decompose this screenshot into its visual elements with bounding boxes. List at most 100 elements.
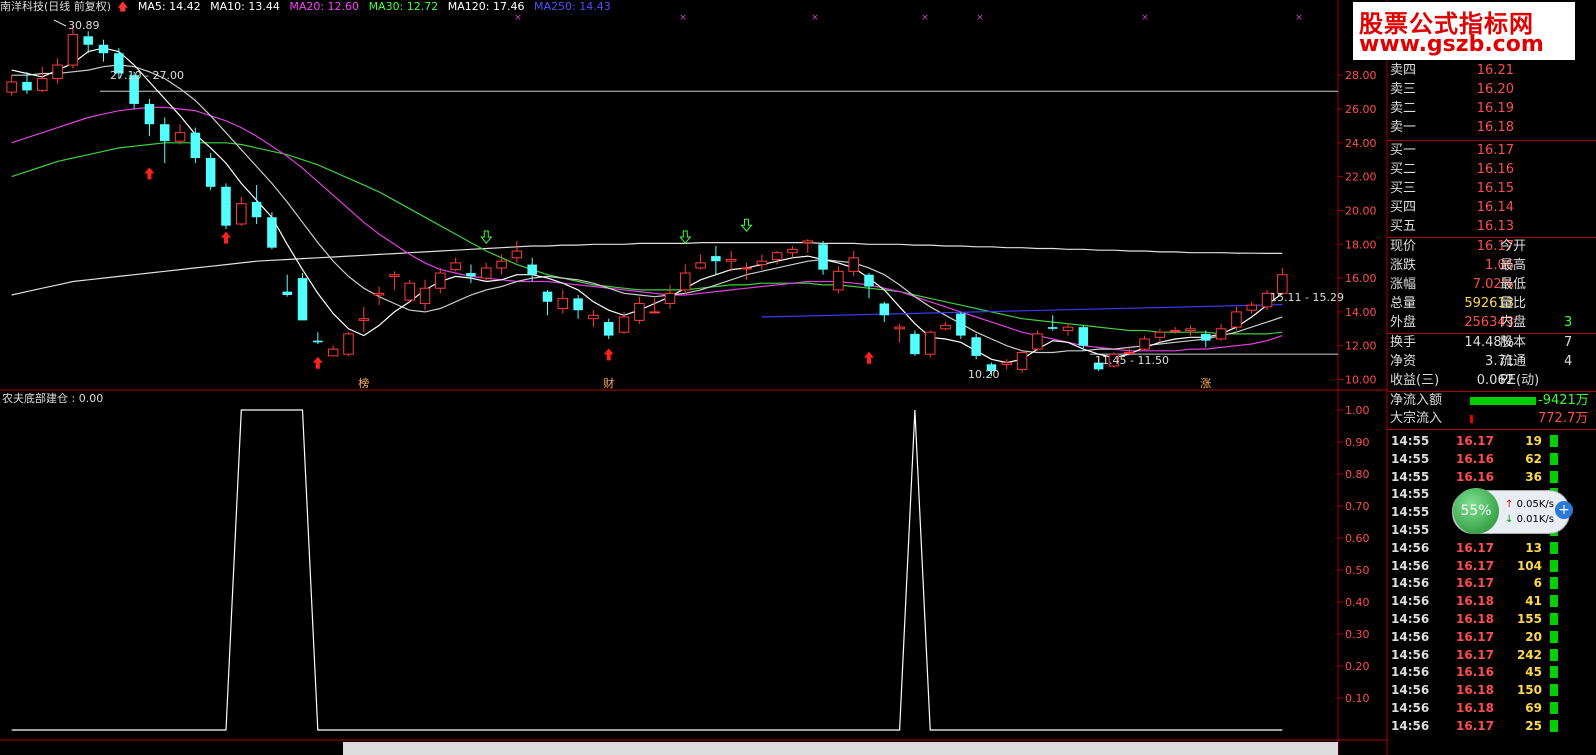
candle-body: [910, 333, 920, 355]
candle-body: [343, 333, 354, 355]
ma5-line: [11, 47, 1283, 364]
buy-arrow-icon: [603, 348, 614, 361]
logo-url: www.gszb.com: [1359, 32, 1544, 57]
ask-label: 卖四: [1390, 63, 1417, 78]
bid-row[interactable]: 买四 16.14: [1388, 199, 1596, 217]
flow-row: 净流入额 -9421万: [1388, 392, 1596, 410]
bid-row[interactable]: 买二 16.16: [1388, 161, 1596, 179]
candle-body: [1047, 327, 1058, 329]
top-cross-marker: ×: [679, 13, 687, 23]
buy-arrow-icon: [863, 351, 874, 364]
annotation-15: 15.11 - 15.29: [1270, 291, 1344, 304]
candle-body: [588, 314, 599, 320]
ind-tick-label: 0.50: [1345, 564, 1370, 577]
bid-row[interactable]: 买一 16.17: [1388, 142, 1596, 160]
tick-volume: 19: [1525, 434, 1542, 448]
tick-row: 14:56 16.17 20: [1388, 628, 1596, 646]
ask-row[interactable]: 卖一 16.18: [1388, 119, 1596, 137]
top-cross-marker: ×: [921, 13, 929, 23]
ma5-label: MA5: 14.42: [137, 0, 201, 13]
top-cross-marker: ×: [976, 13, 984, 23]
ask-price: 16.20: [1476, 82, 1514, 97]
event-marker: 财: [603, 376, 614, 390]
tick-time: 14:56: [1391, 540, 1430, 555]
stat-label: 最低: [1500, 277, 1527, 292]
candle-body: [1032, 333, 1043, 350]
annotation-pointer: [53, 19, 67, 27]
ask-row[interactable]: 卖三 16.20: [1388, 81, 1596, 99]
sell-arrow-icon: [480, 230, 493, 244]
tick-side: [1550, 666, 1558, 679]
bid-label: 买二: [1390, 162, 1417, 177]
tick-time: 14:55: [1391, 523, 1430, 537]
tick-time: 14:56: [1391, 718, 1430, 733]
candle-body: [313, 340, 323, 343]
tick-time: 14:56: [1391, 558, 1430, 573]
event-marker: 涨: [1200, 377, 1211, 390]
top-cross-marker: ×: [1295, 13, 1303, 23]
candle-body: [864, 274, 874, 287]
tick-volume: 6: [1533, 576, 1542, 591]
tick-time: 14:56: [1391, 683, 1430, 698]
ind-tick-label: 0.10: [1345, 692, 1370, 705]
tick-price: 16.17: [1456, 629, 1494, 644]
tick-price: 16.17: [1456, 647, 1494, 662]
tick-row: 14:56 16.17 25: [1388, 717, 1596, 735]
tick-volume: 20: [1525, 629, 1542, 644]
tick-row: 14:55 16.16 62: [1388, 450, 1596, 468]
download-speed: ↓ 0.01K/s: [1505, 514, 1554, 525]
candle-body: [680, 272, 691, 291]
candle-body: [404, 282, 415, 301]
ask-label: 卖二: [1390, 101, 1417, 116]
ma10-label: MA10: 13.44: [210, 0, 280, 13]
tick-side: [1550, 702, 1558, 714]
stat-row: 总量 592613 量比: [1388, 295, 1596, 313]
ask-row[interactable]: 卖四 16.21: [1388, 62, 1596, 80]
tick-price: 16.16: [1456, 665, 1494, 680]
candle-body: [267, 217, 277, 248]
tick-side: [1550, 613, 1558, 625]
candle-body: [1078, 327, 1089, 346]
candle-body: [327, 348, 339, 357]
ask-row[interactable]: 卖二 16.19: [1388, 100, 1596, 118]
stat-row: 涨幅 7.02% 最低: [1388, 276, 1596, 294]
tick-volume: 155: [1516, 612, 1542, 626]
tick-time: 14:56: [1391, 701, 1430, 715]
tick-volume: 36: [1525, 469, 1542, 484]
tick-side: [1550, 470, 1558, 483]
y-tick-label: 10.00: [1345, 374, 1377, 387]
stat-value: 7: [1564, 335, 1573, 350]
candle-body: [22, 81, 32, 91]
candle-body: [481, 267, 492, 279]
tick-time: 14:56: [1391, 647, 1430, 662]
tick-time: 14:55: [1391, 434, 1430, 448]
ask-price: 16.19: [1476, 101, 1514, 116]
stat-label: 现价: [1390, 239, 1417, 254]
candle-body: [649, 311, 660, 314]
event-marker: 榜: [358, 376, 369, 390]
candle-body: [833, 270, 844, 291]
network-speed-widget[interactable]: 55% ↑ 0.05K/s ↓ 0.01K/s +: [1452, 488, 1573, 534]
sell-arrow-icon: [740, 218, 753, 232]
kline-chart[interactable]: 28.00 26.00 24.00 22.00 20.00 18.00 16.00 14.00…: [0, 0, 1596, 755]
candle-body: [557, 297, 569, 310]
tick-time: 14:55: [1391, 469, 1430, 484]
candle-body: [190, 132, 201, 159]
annotation-27: 27.10 - 27.00: [110, 69, 184, 82]
upload-value: 0.05K/s: [1516, 499, 1554, 510]
y-tick-label: 28.00: [1345, 69, 1377, 82]
candle-body: [818, 244, 828, 270]
tick-price: 16.17: [1456, 576, 1494, 591]
tick-time: 14:56: [1391, 576, 1430, 591]
plus-icon[interactable]: +: [1555, 501, 1573, 519]
candle-body: [802, 240, 813, 244]
bid-row[interactable]: 买五 16.13: [1388, 218, 1596, 236]
indicator-line: [11, 409, 1283, 731]
tick-volume: 13: [1525, 540, 1542, 555]
ma30-label: MA30: 12.72: [368, 0, 439, 13]
tick-price: 16.18: [1456, 594, 1494, 609]
scrollbar[interactable]: [343, 742, 1338, 755]
annotation-low: 10.20: [968, 368, 1000, 381]
bid-row[interactable]: 买三 16.15: [1388, 180, 1596, 198]
top-cross-marker: ×: [1141, 13, 1149, 23]
